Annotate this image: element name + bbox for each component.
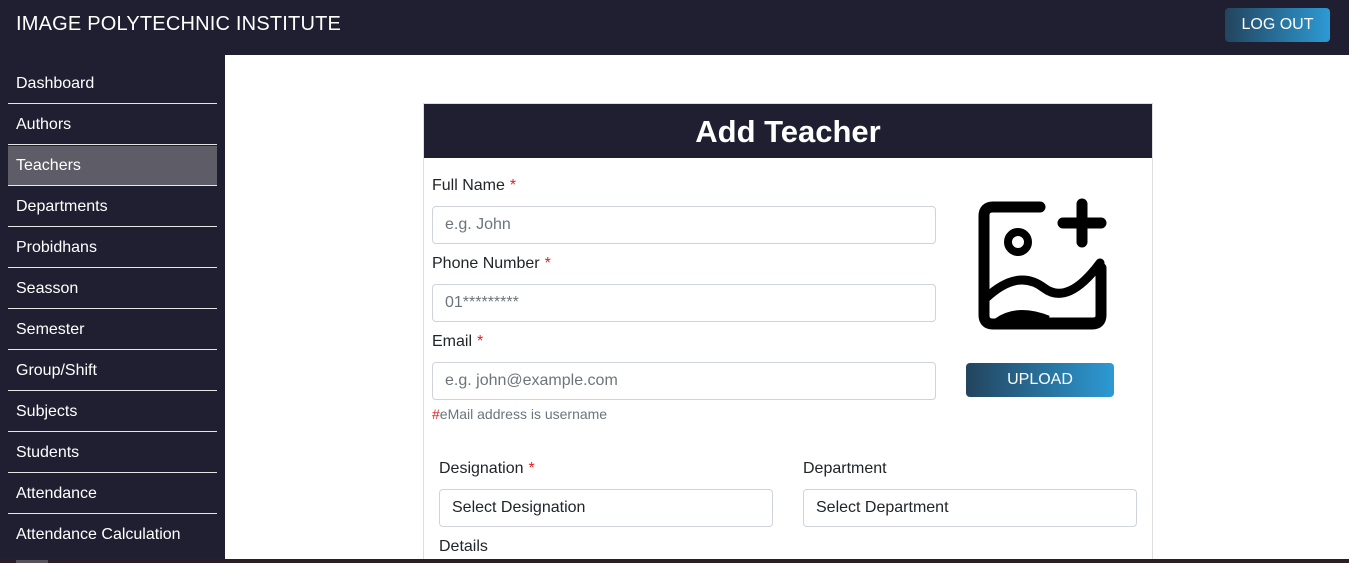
sidebar-item-attendance[interactable]: Attendance bbox=[8, 474, 217, 514]
sidebar-item-semester[interactable]: Semester bbox=[8, 310, 217, 350]
sidebar-item-subjects[interactable]: Subjects bbox=[8, 392, 217, 432]
department-label: Department bbox=[803, 460, 887, 478]
details-label: Details bbox=[439, 538, 488, 555]
phone-label-text: Phone Number bbox=[432, 255, 540, 272]
phone-input[interactable]: 01********* bbox=[432, 284, 936, 322]
designation-label-text: Designation bbox=[439, 460, 524, 477]
designation-select[interactable]: Select Designation bbox=[439, 489, 773, 527]
sidebar-item-teachers[interactable]: Teachers bbox=[8, 146, 217, 186]
full-name-label-text: Full Name bbox=[432, 177, 505, 194]
sidebar-item-probidhans[interactable]: Probidhans bbox=[8, 228, 217, 268]
department-select[interactable]: Select Department bbox=[803, 489, 1137, 527]
designation-label: Designation * bbox=[439, 460, 535, 478]
brand-title: IMAGE POLYTECHNIC INSTITUTE bbox=[16, 13, 342, 35]
required-mark: * bbox=[544, 255, 551, 272]
full-name-label: Full Name * bbox=[432, 177, 516, 195]
email-input[interactable]: e.g. john@example.com bbox=[432, 362, 936, 400]
email-label: Email * bbox=[432, 333, 483, 351]
add-teacher-card: Add Teacher Full Name * e.g. John Phone N… bbox=[423, 103, 1153, 563]
sidebar-item-authors[interactable]: Authors bbox=[8, 105, 217, 145]
logout-button[interactable]: LOG OUT bbox=[1225, 8, 1330, 42]
sidebar-item-students[interactable]: Students bbox=[8, 433, 217, 473]
sidebar: Dashboard Authors Teachers Departments P… bbox=[0, 55, 225, 559]
email-hint-text: eMail address is username bbox=[439, 406, 608, 422]
top-navbar: IMAGE POLYTECHNIC INSTITUTE LOG OUT bbox=[0, 0, 1349, 55]
email-hint-mark: # bbox=[432, 406, 440, 422]
email-hint: #eMail address is username bbox=[432, 406, 607, 422]
sidebar-item-attendance-calculation[interactable]: Attendance Calculation bbox=[8, 515, 217, 555]
sidebar-item-seasson[interactable]: Seasson bbox=[8, 269, 217, 309]
sidebar-item-dashboard[interactable]: Dashboard bbox=[8, 64, 217, 104]
required-mark: * bbox=[528, 460, 535, 477]
required-mark: * bbox=[477, 333, 484, 350]
email-label-text: Email bbox=[432, 333, 473, 350]
bottom-strip bbox=[0, 559, 1349, 563]
department-label-text: Department bbox=[803, 460, 887, 477]
upload-button[interactable]: UPLOAD bbox=[966, 363, 1114, 397]
full-name-input[interactable]: e.g. John bbox=[432, 206, 936, 244]
card-title: Add Teacher bbox=[424, 104, 1152, 158]
phone-label: Phone Number * bbox=[432, 255, 551, 273]
sidebar-item-departments[interactable]: Departments bbox=[8, 187, 217, 227]
add-photo-icon bbox=[978, 198, 1107, 330]
required-mark: * bbox=[509, 177, 517, 194]
sidebar-item-group-shift[interactable]: Group/Shift bbox=[8, 351, 217, 391]
